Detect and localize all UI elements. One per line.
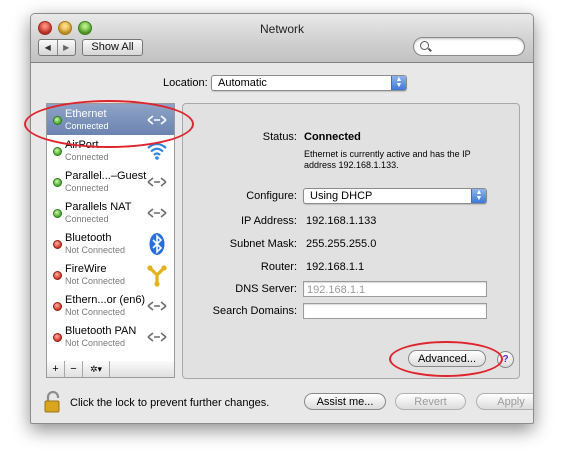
assist-me-button[interactable]: Assist me... <box>304 393 386 410</box>
dns-server-label: DNS Server: <box>235 283 297 295</box>
service-list-toolbar: + − ✲▾ <box>46 361 175 378</box>
apply-button[interactable]: Apply <box>476 393 533 410</box>
status-dot-red-icon <box>53 271 62 280</box>
annotation-ellipse-ethernet <box>24 100 194 148</box>
service-status: Connected <box>65 152 109 162</box>
bluetooth-icon <box>149 233 165 255</box>
router-label: Router: <box>260 261 297 273</box>
lock-message: Click the lock to prevent further change… <box>70 397 270 409</box>
status-description-line2: address 192.168.1.133. <box>304 160 399 170</box>
service-name: Bluetooth <box>65 232 112 244</box>
status-value: Connected <box>304 131 361 143</box>
ethernet-icon <box>147 177 167 187</box>
service-name: FireWire <box>65 263 107 275</box>
search-field[interactable] <box>413 37 525 56</box>
back-forward-buttons: ◀ ▶ <box>38 39 76 56</box>
configure-popup[interactable]: Using DHCP ▲ ▼ <box>303 188 487 204</box>
ethernet-icon <box>147 332 167 342</box>
status-dot-red-icon <box>53 240 62 249</box>
service-name: Bluetooth PAN <box>65 325 137 337</box>
location-label: Location: <box>163 77 208 89</box>
subnet-mask-label: Subnet Mask: <box>229 238 297 250</box>
status-dot-green-icon <box>53 147 62 156</box>
service-item-bluetooth-pan[interactable]: Bluetooth PAN Not Connected <box>47 321 174 352</box>
service-name: Parallels NAT <box>65 201 132 213</box>
location-value: Automatic <box>218 77 267 89</box>
status-dot-green-icon <box>53 209 62 218</box>
router-value: 192.168.1.1 <box>306 261 365 273</box>
search-domains-label: Search Domains: <box>212 305 297 317</box>
revert-button[interactable]: Revert <box>395 393 466 410</box>
location-popup[interactable]: Automatic ▲ ▼ <box>211 75 407 91</box>
popup-arrows-icon: ▲ ▼ <box>391 76 406 90</box>
dns-server-field[interactable]: 192.168.1.1 <box>303 281 487 297</box>
status-dot-red-icon <box>53 302 62 311</box>
annotation-ellipse-advanced <box>389 341 503 377</box>
status-dot-green-icon <box>53 178 62 187</box>
lock-icon[interactable] <box>44 391 62 413</box>
configure-label: Configure: <box>246 190 297 202</box>
window-title: Network <box>259 22 304 36</box>
popup-arrows-icon: ▲ ▼ <box>471 189 486 203</box>
ip-address-label: IP Address: <box>240 215 297 227</box>
status-dot-red-icon <box>53 333 62 342</box>
firewire-icon <box>147 265 167 287</box>
action-menu-button[interactable]: ✲▾ <box>83 361 110 377</box>
title-bar: Network ◀ ▶ Show All <box>31 14 533 63</box>
service-item-bluetooth[interactable]: Bluetooth Not Connected <box>47 228 174 259</box>
ethernet-icon <box>147 208 167 218</box>
ethernet-icon <box>147 301 167 311</box>
service-detail-panel: Status: Connected Ethernet is currently … <box>182 103 520 379</box>
service-name: Parallel...–Guest <box>65 170 147 182</box>
service-item-firewire[interactable]: FireWire Not Connected <box>47 259 174 290</box>
back-button[interactable]: ◀ <box>39 40 58 55</box>
ip-address-value: 192.168.1.133 <box>306 215 377 227</box>
service-name: Ethern...or (en6) <box>65 294 146 306</box>
search-domains-field[interactable] <box>303 303 487 319</box>
service-status: Not Connected <box>65 245 126 255</box>
status-description-line1: Ethernet is currently active and has the… <box>304 149 471 159</box>
service-status: Not Connected <box>65 307 126 317</box>
service-item-ethernet-en6[interactable]: Ethern...or (en6) Not Connected <box>47 290 174 321</box>
service-status: Not Connected <box>65 338 126 348</box>
service-item-parallels-nat[interactable]: Parallels NAT Connected <box>47 197 174 228</box>
status-label: Status: <box>262 131 297 143</box>
service-status: Not Connected <box>65 276 126 286</box>
configure-value: Using DHCP <box>310 190 373 202</box>
subnet-mask-value: 255.255.255.0 <box>306 238 377 250</box>
service-item-parallels-guest[interactable]: Parallel...–Guest Connected <box>47 166 174 197</box>
remove-service-button[interactable]: − <box>65 361 83 377</box>
show-all-button[interactable]: Show All <box>82 39 143 56</box>
service-status: Connected <box>65 183 109 193</box>
search-icon <box>420 41 429 50</box>
forward-button[interactable]: ▶ <box>58 40 76 55</box>
service-status: Connected <box>65 214 109 224</box>
add-service-button[interactable]: + <box>47 361 65 377</box>
